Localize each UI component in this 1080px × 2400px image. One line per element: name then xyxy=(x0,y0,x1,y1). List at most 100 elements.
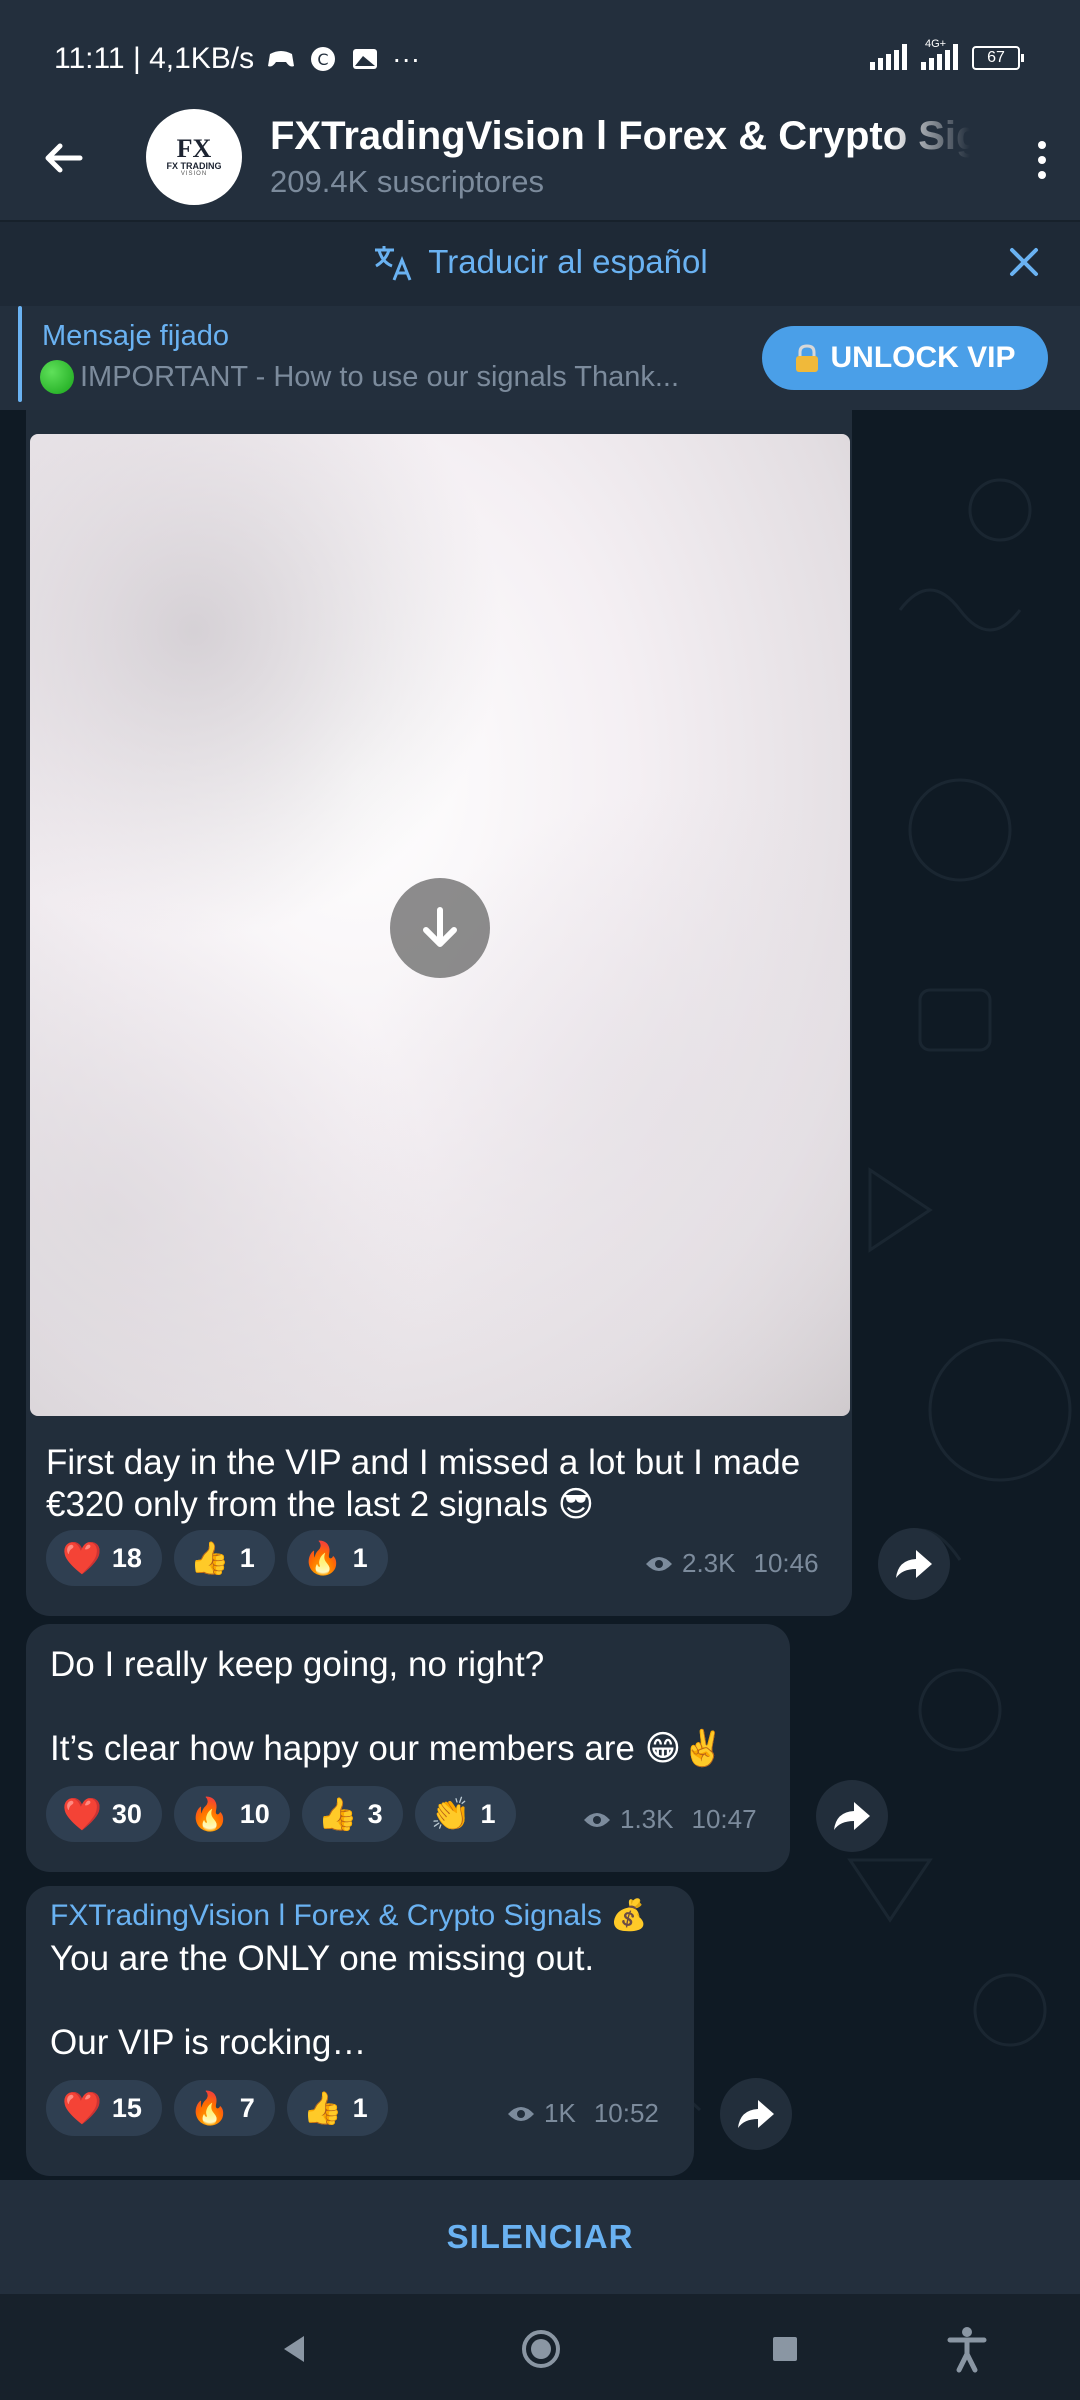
mute-button[interactable]: SILENCIAR xyxy=(447,2218,634,2256)
reaction-fire[interactable]: 🔥 10 xyxy=(173,1786,290,1842)
message-line: You are the ONLY one missing out. xyxy=(50,1939,595,1978)
status-left: 11:11 | 4,1KB/s C ··· xyxy=(54,42,420,76)
message-line xyxy=(50,1980,680,2022)
share-forward-icon xyxy=(834,1802,870,1830)
reaction-count: 18 xyxy=(111,1542,142,1573)
translate-button[interactable]: Traducir al español xyxy=(0,242,1080,282)
clap-icon: 👏 xyxy=(430,1796,471,1832)
share-forward-icon xyxy=(896,1550,932,1578)
message-meta-2: 1.3K 10:47 xyxy=(582,1804,757,1835)
message-text-2: Do I really keep going, no right? It’s c… xyxy=(50,1644,780,1770)
message-line: Our VIP is rocking… xyxy=(50,2023,367,2062)
share-button-2[interactable] xyxy=(816,1780,888,1852)
reactions-3: ❤️ 15 🔥 7 👍 1 xyxy=(46,2080,388,2136)
message-bubble-1[interactable]: First day in the VIP and I missed a lot … xyxy=(26,410,852,1616)
reaction-count: 1 xyxy=(239,1542,255,1573)
thumbs-up-icon: 👍 xyxy=(317,1796,358,1832)
blurred-photo[interactable] xyxy=(30,434,850,1416)
message-line: Do I really keep going, no right? xyxy=(50,1645,545,1684)
reaction-heart[interactable]: ❤️ 15 xyxy=(46,2080,162,2136)
reaction-heart[interactable]: ❤️ 30 xyxy=(46,1786,162,1842)
translate-label: Traducir al español xyxy=(428,243,708,280)
fire-icon: 🔥 xyxy=(189,2090,230,2126)
message-text-3: You are the ONLY one missing out. Our VI… xyxy=(50,1938,680,2064)
status-bar: 11:11 | 4,1KB/s C ··· 4G+ 67 xyxy=(0,0,1080,100)
message-line: First day in the VIP and I missed a lot … xyxy=(46,1443,801,1482)
reaction-clap[interactable]: 👏 1 xyxy=(414,1786,516,1842)
unlock-vip-button[interactable]: UNLOCK VIP xyxy=(762,326,1048,390)
reaction-thumbs-up[interactable]: 👍 1 xyxy=(173,1530,275,1586)
status-time-speed: 11:11 | 4,1KB/s xyxy=(54,42,255,75)
avatar-logo-text: FX TRADING xyxy=(166,161,222,171)
fire-icon: 🔥 xyxy=(189,1796,230,1832)
reaction-fire[interactable]: 🔥 7 xyxy=(173,2080,275,2136)
reactions-1: ❤️ 18 👍 1 🔥 1 xyxy=(46,1530,388,1586)
message-line: €320 only from the last 2 signals 😎 xyxy=(46,1485,595,1524)
pinned-message-bar[interactable]: Mensaje fijado IMPORTANT - How to use ou… xyxy=(0,306,1080,410)
reaction-count: 30 xyxy=(111,1798,142,1829)
message-bubble-2[interactable]: Do I really keep going, no right? It’s c… xyxy=(26,1624,790,1872)
close-icon[interactable] xyxy=(1004,242,1044,282)
green-circle-icon xyxy=(40,360,74,394)
status-right: 4G+ 67 xyxy=(870,38,1024,70)
pinned-indicator xyxy=(18,306,22,402)
avatar-logo-mark: FX xyxy=(176,134,212,163)
download-button[interactable] xyxy=(390,878,490,978)
nav-back-icon[interactable] xyxy=(270,2324,320,2374)
message-text-1: First day in the VIP and I missed a lot … xyxy=(46,1442,846,1526)
reaction-count: 1 xyxy=(352,1542,368,1573)
accessibility-icon[interactable] xyxy=(942,2324,992,2374)
message-meta-1: 2.3K 10:46 xyxy=(644,1548,819,1579)
reaction-fire[interactable]: 🔥 1 xyxy=(286,1530,388,1586)
battery-level: 67 xyxy=(987,49,1005,66)
eye-icon xyxy=(584,1812,610,1827)
c-badge-icon: C xyxy=(311,47,336,71)
network-label: 4G+ xyxy=(925,38,947,50)
thumbs-up-icon: 👍 xyxy=(189,1540,230,1576)
eye-icon xyxy=(646,1556,672,1571)
system-nav-bar xyxy=(0,2294,1080,2400)
nav-recents-icon[interactable] xyxy=(760,2324,810,2374)
message-sender[interactable]: FXTradingVision l Forex & Crypto Signals… xyxy=(50,1898,648,1933)
eye-icon xyxy=(508,2106,534,2121)
download-arrow-icon xyxy=(423,907,457,947)
battery-icon: 67 xyxy=(972,46,1024,70)
heart-icon: ❤️ xyxy=(62,1540,102,1576)
signal-4g-icon: 4G+ xyxy=(921,38,958,70)
reaction-thumbs-up[interactable]: 👍 1 xyxy=(286,2080,388,2136)
reaction-count: 10 xyxy=(239,1798,270,1829)
translate-bar[interactable]: Traducir al español xyxy=(0,222,1080,306)
signal-icon xyxy=(870,44,907,70)
heart-icon: ❤️ xyxy=(62,2090,102,2126)
message-time: 10:46 xyxy=(753,1548,819,1578)
message-line: It’s clear how happy our members are 😁✌️ xyxy=(50,1729,725,1768)
reaction-heart[interactable]: ❤️ 18 xyxy=(46,1530,162,1586)
back-arrow-icon[interactable] xyxy=(36,130,92,186)
message-time: 10:47 xyxy=(691,1804,757,1834)
channel-avatar[interactable]: FX FX TRADING VISION xyxy=(146,109,242,205)
share-button-3[interactable] xyxy=(720,2078,792,2150)
reaction-thumbs-up[interactable]: 👍 3 xyxy=(301,1786,403,1842)
pinned-text-row: IMPORTANT - How to use our signals Thank… xyxy=(40,360,740,394)
share-button-1[interactable] xyxy=(878,1528,950,1600)
heart-icon: ❤️ xyxy=(62,1796,102,1832)
reaction-count: 1 xyxy=(352,2092,368,2123)
view-count: 1K xyxy=(544,2098,576,2128)
chat-header: FX FX TRADING VISION FXTradingVision l F… xyxy=(0,100,1080,220)
lock-icon xyxy=(796,344,819,372)
channel-title[interactable]: FXTradingVision l Forex & Crypto Signals xyxy=(270,114,970,159)
more-vertical-icon[interactable] xyxy=(1022,130,1062,190)
svg-text:C: C xyxy=(318,50,329,69)
chat-area[interactable]: First day in the VIP and I missed a lot … xyxy=(0,410,1080,2180)
image-icon xyxy=(353,49,378,69)
nav-home-icon[interactable] xyxy=(516,2324,566,2374)
share-forward-icon xyxy=(738,2100,774,2128)
view-count: 2.3K xyxy=(682,1548,736,1578)
mute-bar[interactable]: SILENCIAR xyxy=(0,2180,1080,2294)
reactions-2: ❤️ 30 🔥 10 👍 3 👏 1 xyxy=(46,1786,516,1842)
pinned-text: IMPORTANT - How to use our signals Thank… xyxy=(80,360,680,393)
reaction-count: 15 xyxy=(111,2092,142,2123)
translate-icon xyxy=(375,246,412,281)
message-bubble-3[interactable]: FXTradingVision l Forex & Crypto Signals… xyxy=(26,1886,694,2176)
thumbs-up-icon: 👍 xyxy=(302,2090,343,2126)
